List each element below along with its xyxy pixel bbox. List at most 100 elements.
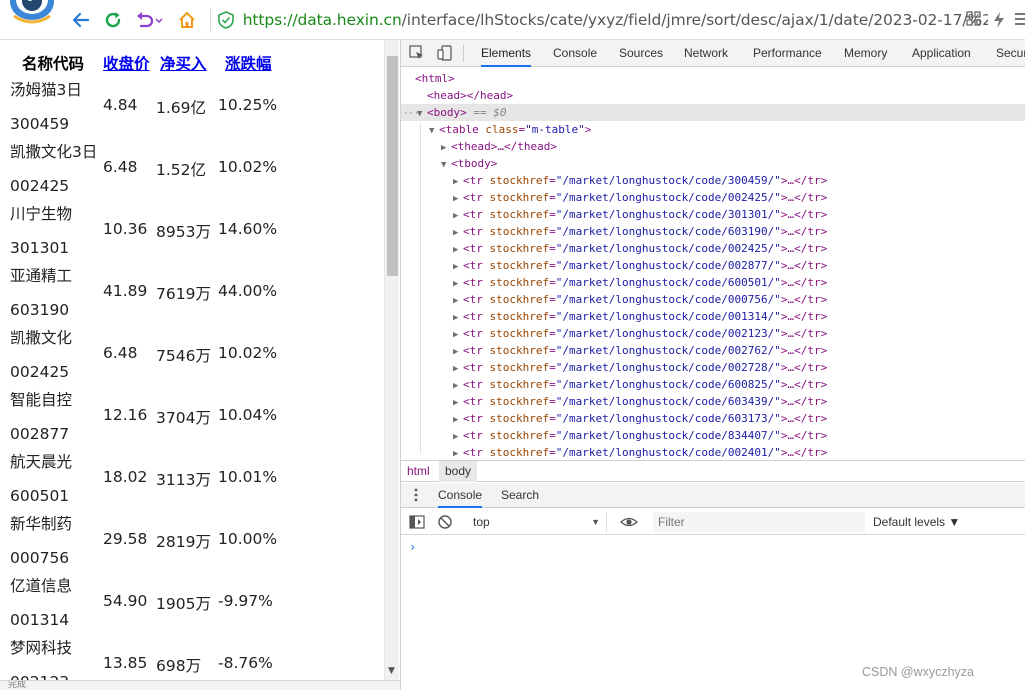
home-button[interactable] [176,9,198,31]
dom-node-tr[interactable]: ▶ <tr stockhref="/market/longhustock/code… [401,206,1025,223]
page-content: 名称代码 收盘价 净买入 涨跌幅 汤姆猫3日 300459 4.84 1.69亿… [0,40,384,680]
tab-memory[interactable]: Memory [844,40,887,67]
url-path: /interface/lhStocks/cate/yxyz/field/jmre… [401,11,988,29]
stock-name: 凯撒文化3日 [10,143,98,161]
dom-node-tr[interactable]: ▶ <tr stockhref="/market/longhustock/code… [401,393,1025,410]
dom-node-html[interactable]: <html> [401,70,1025,87]
col-header-close[interactable]: 收盘价 [103,52,150,74]
dom-node-tr[interactable]: ▶ <tr stockhref="/market/longhustock/code… [401,376,1025,393]
devtools-tab-separator [463,45,464,62]
dom-node-tr[interactable]: ▶ <tr stockhref="/market/longhustock/code… [401,427,1025,444]
close-price: 6.48 [103,344,138,362]
dom-node-tr[interactable]: ▶ <tr stockhref="/market/longhustock/code… [401,291,1025,308]
grid-icon[interactable] [966,11,984,29]
reload-icon [105,12,121,28]
breadcrumb-body[interactable]: body [439,461,478,482]
dom-node-tr[interactable]: ▶ <tr stockhref="/market/longhustock/code… [401,172,1025,189]
dom-node-table[interactable]: ▼ <table class="m-table"> [401,121,1025,138]
table-row[interactable]: 航天晨光 600501 18.02 3113万 10.01% [0,450,384,512]
breadcrumb-html[interactable]: html [401,461,436,482]
dom-node-tr[interactable]: ▶ <tr stockhref="/market/longhustock/code… [401,308,1025,325]
change-pct: -8.76% [218,654,273,672]
change-pct: 10.02% [218,344,278,362]
tab-performance[interactable]: Performance [753,40,822,67]
table-row[interactable]: 凯撒文化3日 002425 6.48 1.52亿 10.02% [0,140,384,202]
status-text: 完成 [8,680,27,690]
inspect-element-icon[interactable] [409,45,425,61]
table-row[interactable]: 智能自控 002877 12.16 3704万 10.04% [0,388,384,450]
stock-name: 川宁生物 [10,205,73,223]
change-pct: -9.97% [218,592,273,610]
context-select[interactable]: top ▼ [467,512,607,532]
tab-elements[interactable]: Elements [481,40,532,67]
clear-console-icon[interactable] [437,514,453,530]
table-row[interactable]: 亚通精工 603190 41.89 7619万 44.00% [0,264,384,326]
dom-node-tr[interactable]: ▶ <tr stockhref="/market/longhustock/code… [401,359,1025,376]
bolt-icon[interactable] [992,11,1010,29]
scrollbar-thumb[interactable] [387,56,398,276]
menu-icon[interactable] [1013,11,1025,29]
arrow-left-icon [72,12,90,28]
dom-node-thead[interactable]: ▶ <thead>…</thead> [401,138,1025,155]
dom-node-tr[interactable]: ▶ <tr stockhref="/market/longhustock/code… [401,444,1025,460]
address-bar[interactable]: https://data.hexin.cn/interface/lhStocks… [218,8,988,32]
close-price: 29.58 [103,530,148,548]
table-row[interactable]: 川宁生物 301301 10.36 8953万 14.60% [0,202,384,264]
dom-node-tr[interactable]: ▶ <tr stockhref="/market/longhustock/code… [401,325,1025,342]
dom-node-tr[interactable]: ▶ <tr stockhref="/market/longhustock/code… [401,342,1025,359]
page-scrollbar[interactable]: ▼ [384,40,399,680]
stock-code: 002425 [10,363,70,381]
dom-node-tr[interactable]: ▶ <tr stockhref="/market/longhustock/code… [401,274,1025,291]
table-row[interactable]: 汤姆猫3日 300459 4.84 1.69亿 10.25% [0,78,384,140]
close-price: 13.85 [103,654,148,672]
dom-node-tr[interactable]: ▶ <tr stockhref="/market/longhustock/code… [401,240,1025,257]
close-price: 10.36 [103,220,148,238]
table-row[interactable]: 亿道信息 001314 54.90 1905万 -9.97% [0,574,384,636]
stock-name: 梦网科技 [10,639,73,657]
reload-button[interactable] [102,9,124,31]
undo-icon [137,12,163,28]
tab-network[interactable]: Network [684,40,728,67]
console-prompt[interactable]: › [409,540,416,554]
dom-node-tr[interactable]: ▶ <tr stockhref="/market/longhustock/code… [401,223,1025,240]
dom-node-tr[interactable]: ▶ <tr stockhref="/market/longhustock/code… [401,189,1025,206]
dom-node-tr[interactable]: ▶ <tr stockhref="/market/longhustock/code… [401,410,1025,427]
stock-code: 002425 [10,177,70,195]
net-buy: 8953万 [156,223,211,241]
stock-name: 亚通精工 [10,267,73,285]
elements-tree[interactable]: <html> <head></head> ···▼ <body> == $0 ▼ <… [401,68,1025,460]
eye-icon[interactable] [620,514,638,530]
close-price: 18.02 [103,468,148,486]
close-price: 41.89 [103,282,148,300]
table-row[interactable]: 凯撒文化 002425 6.48 7546万 10.02% [0,326,384,388]
device-toolbar-icon[interactable] [437,45,453,61]
undo-close-tab-button[interactable] [134,9,164,31]
tab-application[interactable]: Application [912,40,971,67]
back-button[interactable] [70,9,92,31]
net-buy: 3704万 [156,409,211,427]
tab-sources[interactable]: Sources [619,40,663,67]
stock-name: 凯撒文化 [10,329,73,347]
kebab-menu-icon[interactable] [414,488,420,502]
stock-code: 002877 [10,425,70,443]
tab-console[interactable]: Console [553,40,597,67]
dom-node-tr[interactable]: ▶ <tr stockhref="/market/longhustock/code… [401,257,1025,274]
url-text[interactable]: https://data.hexin.cn/interface/lhStocks… [243,11,988,29]
dom-node-body[interactable]: ···▼ <body> == $0 [401,104,1025,121]
console-filter-input[interactable] [653,512,865,532]
tab-security[interactable]: Secur [996,40,1025,67]
drawer-tab-console[interactable]: Console [438,483,483,508]
drawer-tab-search[interactable]: Search [501,483,539,508]
dom-node-head[interactable]: <head></head> [401,87,1025,104]
sidebar-toggle-icon[interactable] [409,514,425,530]
col-header-net[interactable]: 净买入 [160,52,207,74]
change-pct: 10.25% [218,96,278,114]
table-row[interactable]: 梦网科技 002123 13.85 698万 -8.76% [0,636,384,680]
close-price: 54.90 [103,592,148,610]
col-header-change[interactable]: 涨跌幅 [225,52,272,74]
log-levels-dropdown[interactable]: Default levels ▼ [873,512,960,532]
dom-node-tbody[interactable]: ▼ <tbody> [401,155,1025,172]
table-row[interactable]: 新华制药 000756 29.58 2819万 10.00% [0,512,384,574]
scroll-down-arrow-icon[interactable]: ▼ [388,666,395,676]
net-buy: 1.52亿 [156,161,207,179]
